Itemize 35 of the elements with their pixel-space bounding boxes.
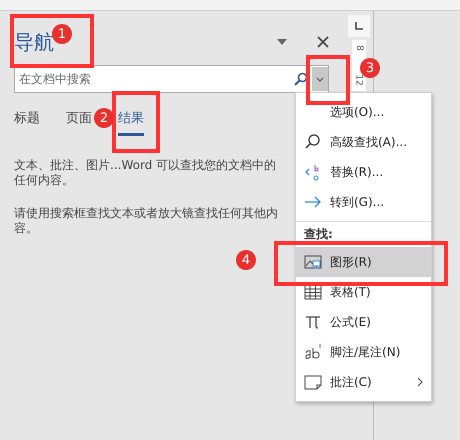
help-text: 文本、批注、图片...Word 可以查找您的文档中的任何内容。 — [14, 158, 278, 188]
menu-item[interactable]: 高级查找(A)... — [296, 127, 431, 157]
search-box[interactable]: 在文档中搜索 — [14, 65, 329, 93]
menu-item[interactable]: 公式(E) — [296, 307, 431, 337]
step-number: 4 — [236, 250, 256, 270]
tab-stop-selector[interactable] — [348, 15, 370, 37]
search-field[interactable]: 在文档中搜索 — [15, 72, 294, 86]
close-icon[interactable] — [317, 36, 329, 48]
tab[interactable]: 结果 — [118, 109, 144, 136]
search-options-button[interactable] — [312, 67, 328, 91]
tab[interactable]: 标题 — [14, 109, 40, 136]
search-icon — [304, 133, 322, 151]
menu-item[interactable]: 选项(O)... — [296, 97, 431, 127]
highlight-frame — [112, 91, 160, 153]
step-number: 1 — [52, 24, 72, 44]
ruler-number: 8 — [354, 45, 364, 51]
comment-icon — [304, 373, 322, 391]
menu-item[interactable]: 批注(C) — [296, 367, 431, 397]
picture-monitor-icon — [304, 253, 322, 271]
search-icon[interactable] — [294, 72, 308, 86]
table-icon — [304, 283, 322, 301]
tab[interactable]: 页面 — [66, 109, 92, 136]
highlight-frame — [306, 55, 350, 105]
menu-item[interactable]: 转到(G)... — [296, 187, 431, 217]
menu-item[interactable]: 图形(R) — [296, 247, 431, 277]
dropdown-triangle-icon[interactable] — [277, 39, 287, 45]
chevron-down-icon — [316, 76, 324, 82]
menu-item[interactable]: 脚注/尾注(N) — [296, 337, 431, 367]
menu-item[interactable]: 表格(T) — [296, 277, 431, 307]
help-text: 请使用搜索框查找文本或者放大镜查找任何其他内容。 — [14, 206, 279, 236]
pane-title: 导航 — [14, 28, 54, 56]
step-number: 2 — [94, 108, 114, 128]
footnote-icon — [304, 343, 322, 361]
menu-item[interactable]: 替换(R)... — [296, 157, 431, 187]
left-tab-icon — [355, 22, 363, 30]
